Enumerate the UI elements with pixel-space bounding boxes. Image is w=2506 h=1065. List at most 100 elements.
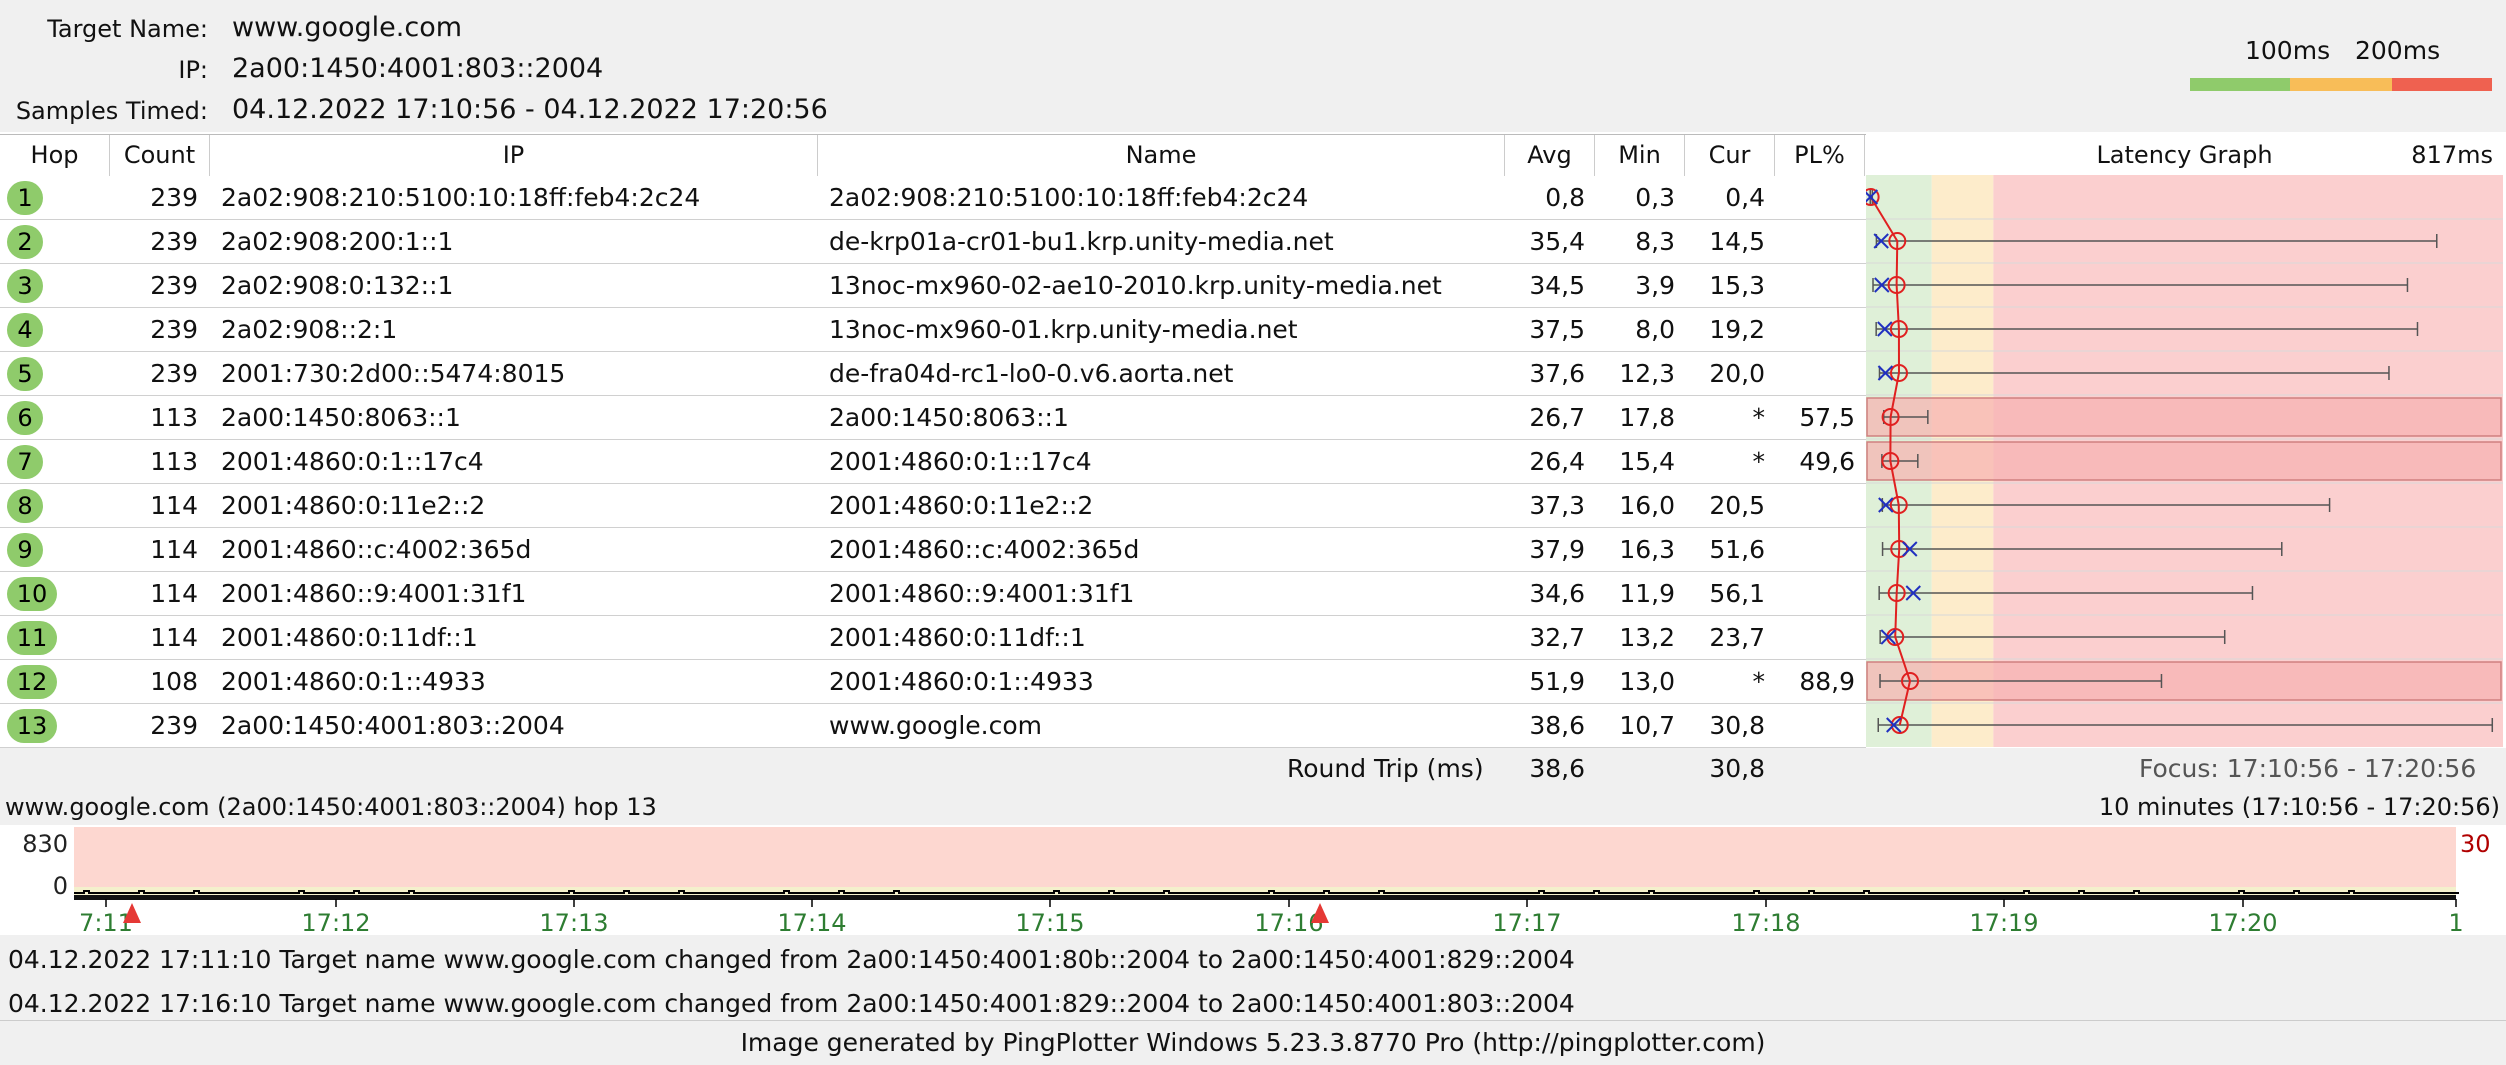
event-item: 04.12.2022 17:11:10 Target name www.goog…	[8, 945, 1575, 974]
table-row[interactable]: 11 114 2001:4860:0:11df::1 2001:4860:0:11df…	[0, 616, 1866, 660]
min-cell: 16,3	[1619, 535, 1675, 564]
timeline-right-value: 30	[2460, 830, 2491, 858]
timeline-tick-label: 17:13	[539, 909, 608, 935]
count-cell: 114	[150, 535, 198, 564]
hop-badge: 5	[7, 357, 43, 391]
timeline-y-max: 830	[22, 830, 68, 858]
name-cell: 2001:4860:0:1::17c4	[829, 447, 1092, 476]
name-cell: 2001:4860::9:4001:31f1	[829, 579, 1135, 608]
count-cell: 239	[150, 183, 198, 212]
samples-timed-value: 04.12.2022 17:10:56 - 04.12.2022 17:20:5…	[232, 94, 828, 125]
table-row[interactable]: 8 114 2001:4860:0:11e2::2 2001:4860:0:11e2:…	[0, 484, 1866, 528]
timeline-graph[interactable]: 8300307:11 17:12 17:13 17:14 17:15 17:16 17:17…	[0, 825, 2506, 935]
count-cell: 108	[150, 667, 198, 696]
table-row[interactable]: 1 239 2a02:908:210:5100:10:18ff:feb4:2c24 2…	[0, 176, 1866, 220]
hop-badge: 9	[7, 533, 43, 567]
name-cell: de-krp01a-cr01-bu1.krp.unity-media.net	[829, 227, 1334, 256]
hop-badge: 8	[7, 489, 43, 523]
col-latency-graph[interactable]: Latency Graph 817ms	[1866, 135, 2503, 176]
event-log: 04.12.2022 17:11:10 Target name www.goog…	[0, 935, 2506, 1025]
table-row[interactable]: 9 114 2001:4860::c:4002:365d 2001:4860::c:4…	[0, 528, 1866, 572]
table-row[interactable]: 7 113 2001:4860:0:1::17c4 2001:4860:0:1::17…	[0, 440, 1866, 484]
avg-cell: 32,7	[1529, 623, 1585, 652]
table-row[interactable]: 3 239 2a02:908:0:132::1 13noc-mx960-02-ae10…	[0, 264, 1866, 308]
min-cell: 3,9	[1635, 271, 1675, 300]
table-row[interactable]: 10 114 2001:4860::9:4001:31f1 2001:4860::9:…	[0, 572, 1866, 616]
timeline-tick-label: 17:19	[1969, 909, 2038, 935]
legend-good-bar	[2190, 78, 2290, 91]
col-hop[interactable]: Hop	[0, 135, 110, 176]
cur-cell: 0,4	[1725, 183, 1765, 212]
ip-label: IP:	[178, 56, 208, 84]
cur-cell: 51,6	[1709, 535, 1765, 564]
name-cell: 2a02:908:210:5100:10:18ff:feb4:2c24	[829, 183, 1309, 212]
name-cell: de-fra04d-rc1-lo0-0.v6.aorta.net	[829, 359, 1234, 388]
table-row[interactable]: 4 239 2a02:908::2:1 13noc-mx960-01.krp.unit…	[0, 308, 1866, 352]
table-row[interactable]: 5 239 2001:730:2d00::5474:8015 de-fra04d-rc…	[0, 352, 1866, 396]
timeline-baseline	[74, 895, 2456, 900]
timeline-tick-label: 17:20	[2208, 909, 2277, 935]
cur-cell: *	[1752, 447, 1766, 476]
ip-cell: 2a02:908::2:1	[221, 315, 398, 344]
ip-cell: 2001:730:2d00::5474:8015	[221, 359, 566, 388]
legend-100ms-label: 100ms	[2245, 36, 2331, 65]
name-cell: 2001:4860::c:4002:365d	[829, 535, 1140, 564]
col-min[interactable]: Min	[1595, 135, 1685, 176]
ip-cell: 2001:4860::9:4001:31f1	[221, 579, 527, 608]
round-trip-avg: 38,6	[1529, 754, 1585, 783]
hop-badge: 10	[7, 577, 57, 611]
pl-cell	[1775, 264, 1855, 307]
packet-loss-band	[1866, 397, 2502, 437]
min-cell: 17,8	[1619, 403, 1675, 432]
samples-timed-label: Samples Timed:	[15, 97, 208, 125]
latency-graph[interactable]	[1866, 175, 2503, 747]
ip-cell: 2a00:1450:4001:803::2004	[221, 711, 565, 740]
ip-cell: 2001:4860:0:11e2::2	[221, 491, 486, 520]
avg-cell: 26,4	[1529, 447, 1585, 476]
name-cell: 13noc-mx960-01.krp.unity-media.net	[829, 315, 1298, 344]
ip-cell: 2001:4860:0:11df::1	[221, 623, 478, 652]
hop-badge: 11	[7, 621, 57, 655]
hop-badge: 4	[7, 313, 43, 347]
ip-cell: 2001:4860::c:4002:365d	[221, 535, 532, 564]
hop-badge: 12	[7, 665, 57, 699]
ip-cell: 2001:4860:0:1::4933	[221, 667, 486, 696]
hop-badge: 13	[7, 709, 57, 743]
cur-cell: *	[1752, 667, 1766, 696]
target-name-label: Target Name:	[47, 15, 208, 43]
col-name[interactable]: Name	[818, 135, 1505, 176]
cur-cell: *	[1752, 403, 1766, 432]
hop-badge: 7	[7, 445, 43, 479]
min-cell: 8,3	[1635, 227, 1675, 256]
count-cell: 239	[150, 315, 198, 344]
pl-cell	[1775, 572, 1855, 615]
table-row[interactable]: 6 113 2a00:1450:8063::1 2a00:1450:8063::1 26…	[0, 396, 1866, 440]
col-count[interactable]: Count	[110, 135, 210, 176]
table-row[interactable]: 12 108 2001:4860:0:1::4933 2001:4860:0:1::4…	[0, 660, 1866, 704]
count-cell: 239	[150, 227, 198, 256]
col-ip[interactable]: IP	[210, 135, 818, 176]
col-pl[interactable]: PL%	[1775, 135, 1865, 176]
latency-graph-title: Latency Graph	[2096, 141, 2273, 169]
timeline-tick-label: 1	[2448, 909, 2463, 935]
min-cell: 13,2	[1619, 623, 1675, 652]
ip-cell: 2a02:908:0:132::1	[221, 271, 454, 300]
pl-cell	[1775, 308, 1855, 351]
table-row[interactable]: 13 239 2a00:1450:4001:803::2004 www.google.…	[0, 704, 1866, 748]
timeline-y-min: 0	[53, 872, 68, 900]
avg-cell: 0,8	[1545, 183, 1585, 212]
pl-cell	[1775, 616, 1855, 659]
ip-cell: 2a02:908:210:5100:10:18ff:feb4:2c24	[221, 183, 701, 212]
col-cur[interactable]: Cur	[1685, 135, 1775, 176]
table-row[interactable]: 2 239 2a02:908:200:1::1 de-krp01a-cr01-bu1.…	[0, 220, 1866, 264]
cur-cell: 14,5	[1709, 227, 1765, 256]
count-cell: 113	[150, 447, 198, 476]
ip-cell: 2a00:1450:8063::1	[221, 403, 461, 432]
hop-badge: 3	[7, 269, 43, 303]
col-avg[interactable]: Avg	[1505, 135, 1595, 176]
pl-cell: 88,9	[1799, 667, 1855, 696]
timeline-range: 10 minutes (17:10:56 - 17:20:56)	[2098, 793, 2500, 821]
cur-cell: 15,3	[1709, 271, 1765, 300]
round-trip-label: Round Trip (ms)	[1287, 754, 1484, 783]
round-trip-cur: 30,8	[1709, 754, 1765, 783]
